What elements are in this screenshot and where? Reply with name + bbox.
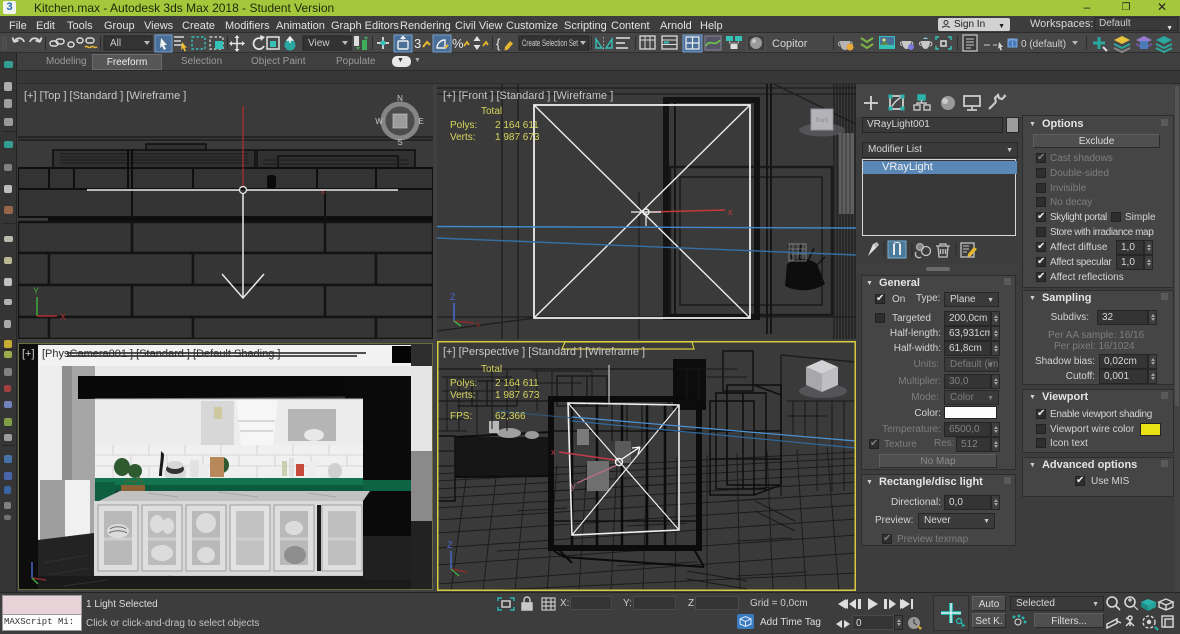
svg-text:[+] [Front ] [Standard ] [Wire: [+] [Front ] [Standard ] [Wireframe ] (443, 90, 613, 102)
svg-text:0 (default): 0 (default) (1021, 39, 1066, 50)
svg-text:{: { (496, 36, 501, 51)
svg-text:FPS:: FPS: (450, 411, 472, 422)
svg-text:X: X (60, 312, 66, 322)
svg-text:Total: Total (481, 364, 502, 375)
svg-text:Verts:: Verts: (450, 132, 476, 143)
svg-text:Copitor: Copitor (772, 38, 808, 50)
svg-text:62,366: 62,366 (495, 411, 526, 422)
svg-text:3: 3 (414, 36, 421, 51)
svg-text:W: W (375, 117, 383, 126)
svg-text:%: % (452, 36, 464, 51)
svg-text:Z: Z (447, 540, 453, 550)
svg-text:Y: Y (33, 286, 39, 296)
svg-text:x: x (551, 447, 556, 457)
svg-text:Verts:: Verts: (450, 390, 476, 401)
svg-text:Polys:: Polys: (450, 120, 477, 131)
svg-text:Z: Z (450, 292, 456, 302)
svg-text:N: N (397, 94, 403, 103)
svg-text:S: S (397, 138, 402, 147)
svg-text:E: E (418, 117, 423, 126)
svg-text:[+]: [+] (22, 348, 35, 360)
svg-text:1 987 673: 1 987 673 (495, 390, 540, 401)
svg-text:[PhysCamera001 ] [Standard ]: [PhysCamera001 ] [Standard ] [Default Sh… (42, 348, 280, 360)
svg-text:Total: Total (481, 106, 502, 117)
svg-text:y: y (571, 481, 576, 491)
svg-text:All: All (110, 38, 121, 49)
svg-text:2 164 611: 2 164 611 (495, 378, 539, 389)
svg-text:Polys:: Polys: (450, 378, 477, 389)
svg-text:[+] [Top ] [Standard ] [Wirefr: [+] [Top ] [Standard ] [Wireframe ] (24, 90, 186, 102)
svg-text:Create Selection Set: Create Selection Set (522, 38, 578, 48)
svg-text:x: x (476, 319, 481, 329)
svg-text:View: View (308, 38, 330, 49)
svg-text:x: x (728, 207, 733, 217)
svg-text:2 164 611: 2 164 611 (495, 120, 539, 131)
svg-text:[+] [Perspective ] [Standard ]: [+] [Perspective ] [Standard ] [Wirefram… (443, 346, 645, 358)
svg-text:front: front (816, 118, 828, 124)
svg-text:x: x (321, 186, 326, 196)
svg-text:1 987 673: 1 987 673 (495, 132, 540, 143)
